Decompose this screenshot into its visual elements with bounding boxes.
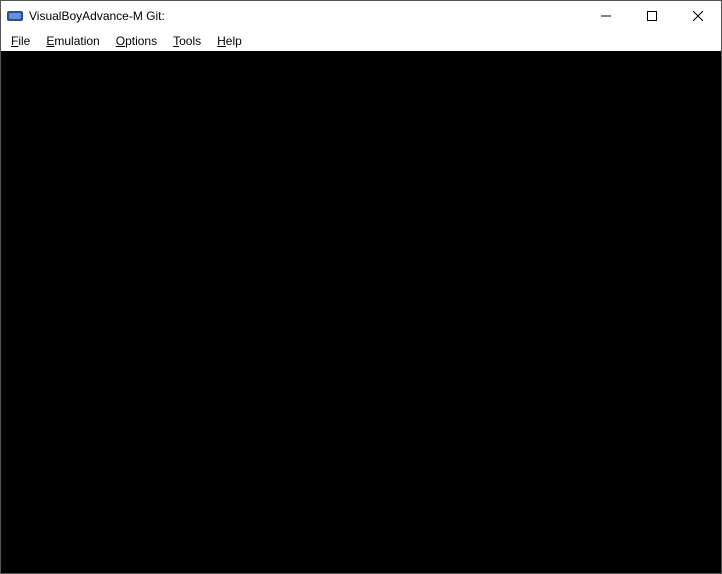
close-icon [693, 11, 703, 21]
maximize-icon [647, 11, 657, 21]
menu-file[interactable]: File [5, 33, 36, 49]
titlebar: VisualBoyAdvance-M Git: [1, 1, 721, 31]
menubar: File Emulation Options Tools Help [1, 31, 721, 51]
menu-options-rest: ptions [125, 34, 157, 48]
window-controls [583, 1, 721, 31]
menu-emulation[interactable]: Emulation [40, 33, 105, 49]
minimize-button[interactable] [583, 1, 629, 31]
emulator-display [1, 51, 721, 573]
minimize-icon [601, 11, 611, 21]
menu-help-accel: H [217, 34, 226, 48]
menu-help-rest: elp [226, 34, 242, 48]
window-title: VisualBoyAdvance-M Git: [29, 9, 165, 23]
menu-tools-rest: ools [179, 34, 201, 48]
menu-options-accel: O [116, 34, 125, 48]
maximize-button[interactable] [629, 1, 675, 31]
app-icon [7, 8, 23, 24]
menu-emulation-rest: mulation [54, 34, 99, 48]
menu-options[interactable]: Options [110, 33, 163, 49]
menu-help[interactable]: Help [211, 33, 248, 49]
menu-file-rest: ile [18, 34, 30, 48]
close-button[interactable] [675, 1, 721, 31]
menu-tools[interactable]: Tools [167, 33, 207, 49]
titlebar-left: VisualBoyAdvance-M Git: [7, 8, 165, 24]
